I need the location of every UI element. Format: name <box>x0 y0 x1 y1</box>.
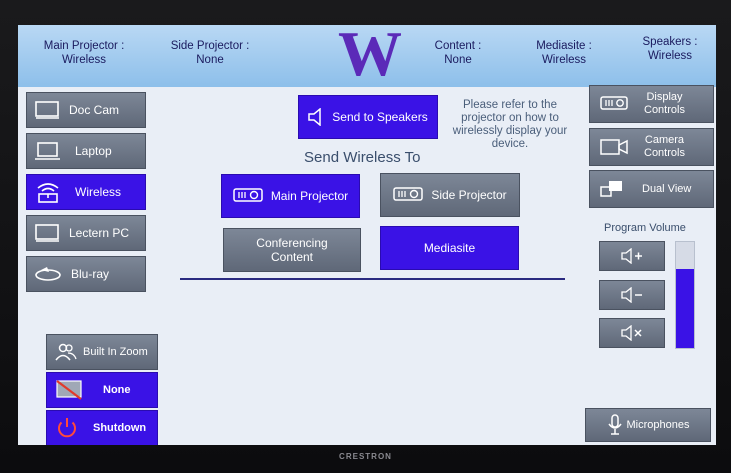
main-projector-label: Main Projector <box>270 189 349 203</box>
source-laptop-button[interactable]: Laptop <box>26 133 146 169</box>
speakers-status: Speakers : Wireless <box>630 35 710 63</box>
display-controls-label-2: Controls <box>644 104 685 116</box>
dual-view-label: Dual View <box>642 183 692 195</box>
side-projector-label: Side Projector <box>431 188 507 202</box>
speaker-icon <box>308 108 324 126</box>
main-projector-status: Main Projector : Wireless <box>32 39 136 67</box>
mediasite-status-label: Mediasite : <box>536 40 592 52</box>
source-laptop-label: Laptop <box>75 144 112 158</box>
volume-down-button[interactable] <box>599 280 665 310</box>
hint-line-3: wirelessly display your <box>452 125 568 137</box>
main-projector-status-value: Wireless <box>61 54 107 66</box>
mediasite-label: Mediasite <box>423 241 476 255</box>
built-in-zoom-button[interactable]: Built In Zoom <box>46 334 158 370</box>
dual-view-button[interactable]: Dual View <box>589 170 714 208</box>
touch-panel-screen: Main Projector : Wireless Side Projector… <box>18 25 716 445</box>
monitor-icon <box>35 101 61 119</box>
content-status: Content : None <box>423 39 493 67</box>
volume-down-icon <box>621 287 643 303</box>
status-header: Main Projector : Wireless Side Projector… <box>18 25 716 87</box>
camera-controls-label-1: Camera <box>644 134 685 146</box>
none-label: None <box>103 384 131 396</box>
content-status-label: Content : <box>434 40 482 52</box>
camera-controls-button[interactable]: Camera Controls <box>589 128 714 166</box>
program-volume-label: Program Volume <box>604 222 686 234</box>
source-wireless-button[interactable]: Wireless <box>26 174 146 210</box>
send-to-speakers-label: Send to Speakers <box>332 110 428 124</box>
source-lectern-pc-button[interactable]: Lectern PC <box>26 215 146 251</box>
mediasite-button[interactable]: Mediasite <box>380 226 519 270</box>
microphones-label: Microphones <box>626 419 690 431</box>
hint-line-1: Please refer to the <box>463 99 557 111</box>
conferencing-content-button[interactable]: Conferencing Content <box>223 228 361 272</box>
no-display-icon <box>55 379 83 401</box>
logo-letter: W <box>338 25 402 89</box>
speakers-status-value: Wireless <box>647 50 693 62</box>
dual-view-icon <box>600 180 624 198</box>
none-button[interactable]: None <box>46 372 158 408</box>
wireless-icon <box>35 181 61 203</box>
microphones-button[interactable]: Microphones <box>585 408 711 442</box>
side-projector-status: Side Projector : None <box>160 39 260 67</box>
bluray-icon <box>35 266 61 282</box>
volume-up-icon <box>621 248 643 264</box>
camera-controls-label-2: Controls <box>644 147 685 159</box>
source-wireless-label: Wireless <box>75 185 122 199</box>
laptop-icon <box>35 142 61 160</box>
volume-mute-button[interactable] <box>599 318 665 348</box>
wireless-hint-text: Please refer to the projector on how to … <box>446 99 574 151</box>
display-controls-button[interactable]: Display Controls <box>589 85 714 123</box>
projector-icon <box>393 187 424 203</box>
built-in-zoom-label: Built In Zoom <box>83 346 148 358</box>
shutdown-label: Shutdown <box>93 422 147 434</box>
shutdown-button[interactable]: Shutdown <box>46 410 158 445</box>
display-controls-label-1: Display <box>646 91 683 103</box>
projector-icon <box>233 188 263 204</box>
hint-line-2: projector on how to <box>461 112 559 124</box>
camera-icon <box>600 138 628 156</box>
users-icon <box>55 343 77 361</box>
main-projector-button[interactable]: Main Projector <box>221 174 360 218</box>
microphone-icon <box>607 414 623 436</box>
conferencing-label-line-2: Content <box>270 250 314 264</box>
send-to-speakers-button[interactable]: Send to Speakers <box>298 95 438 139</box>
hint-line-4: device. <box>491 138 529 150</box>
content-status-value: None <box>444 54 472 66</box>
mediasite-status-value: Wireless <box>541 54 587 66</box>
side-projector-status-label: Side Projector : <box>170 40 250 52</box>
source-blu-ray-button[interactable]: Blu-ray <box>26 256 146 292</box>
mediasite-status: Mediasite : Wireless <box>520 39 608 67</box>
projector-icon <box>600 96 628 112</box>
volume-level-bar[interactable] <box>675 241 695 349</box>
main-projector-status-label: Main Projector : <box>43 40 125 52</box>
side-projector-button[interactable]: Side Projector <box>380 173 520 217</box>
brand-label: CRESTRON <box>339 452 392 461</box>
source-doc-cam-button[interactable]: Doc Cam <box>26 92 146 128</box>
conferencing-label-line-1: Conferencing <box>256 236 328 250</box>
university-logo: W <box>323 25 415 89</box>
send-wireless-to-title: Send Wireless To <box>304 149 421 166</box>
power-icon <box>55 416 79 440</box>
source-doc-cam-label: Doc Cam <box>69 103 120 117</box>
source-lectern-pc-label: Lectern PC <box>69 226 130 240</box>
volume-mute-icon <box>621 325 643 341</box>
source-blu-ray-label: Blu-ray <box>71 267 110 281</box>
volume-level-fill <box>676 268 694 348</box>
section-divider <box>180 278 565 280</box>
monitor-icon <box>35 224 61 242</box>
speakers-status-label: Speakers : <box>642 36 698 48</box>
side-projector-status-value: None <box>196 54 224 66</box>
volume-up-button[interactable] <box>599 241 665 271</box>
